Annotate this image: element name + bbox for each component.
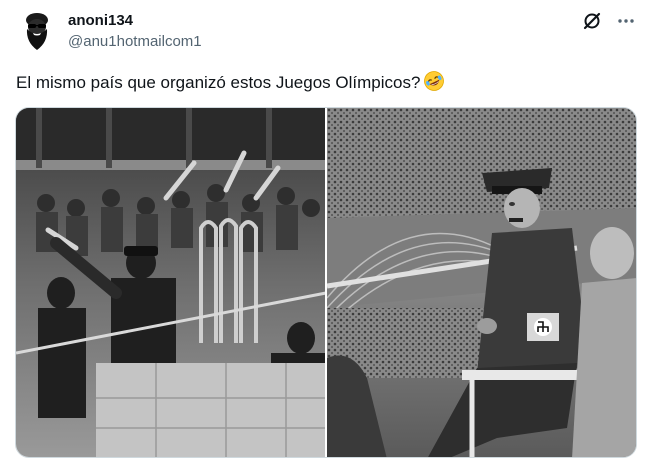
- post-header: anoni134 @anu1hotmailcom1: [14, 6, 639, 56]
- grok-slash-circle-icon[interactable]: [581, 10, 603, 32]
- author-names: anoni134 @anu1hotmailcom1: [68, 11, 202, 52]
- stadium-crowd-photo: [16, 108, 325, 457]
- stadium-officer-photo: [327, 108, 636, 457]
- user-handle[interactable]: @anu1hotmailcom1: [68, 32, 202, 52]
- tweet-body: El mismo país que organizó estos Juegos …: [16, 73, 421, 92]
- photo-crowd-stands[interactable]: [16, 108, 325, 457]
- post-card: anoni134 @anu1hotmailcom1 El mismo país …: [0, 0, 653, 475]
- header-actions: [581, 10, 637, 32]
- avatar[interactable]: [16, 10, 58, 52]
- photo-officer-stadium[interactable]: [327, 108, 636, 457]
- bearded-man-avatar-icon: [16, 10, 58, 52]
- rolling-on-floor-laughing-icon: [423, 70, 445, 92]
- display-name[interactable]: anoni134: [68, 11, 202, 30]
- more-dots-icon[interactable]: [615, 10, 637, 32]
- media-grid: [15, 107, 637, 458]
- tweet-text: El mismo país que organizó estos Juegos …: [16, 70, 445, 94]
